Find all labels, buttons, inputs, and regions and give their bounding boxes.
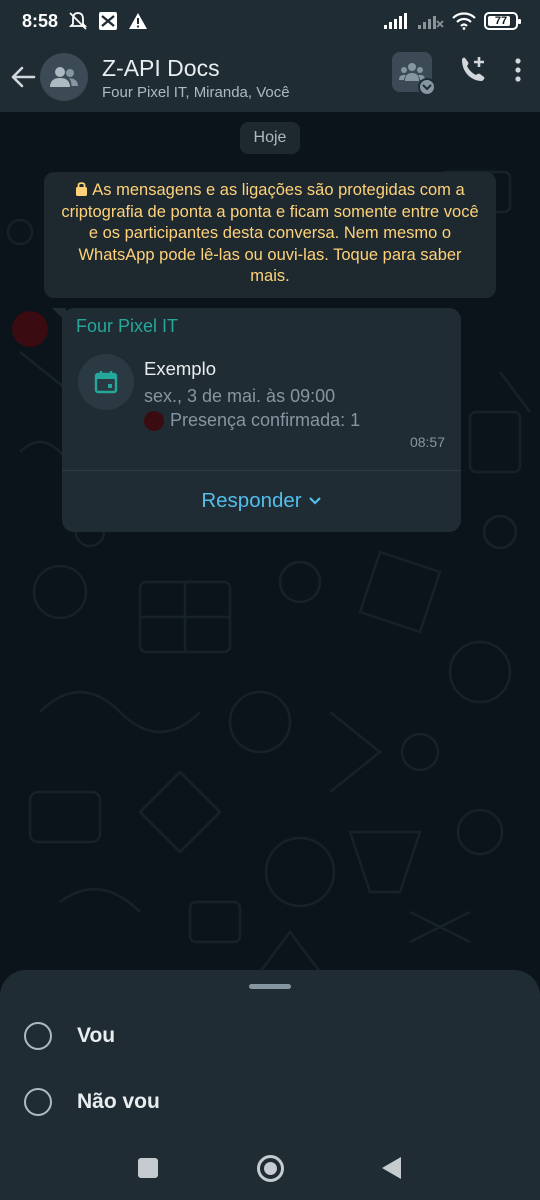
signal-secondary-icon	[418, 16, 444, 29]
more-options-button[interactable]	[514, 57, 522, 88]
battery-level: 77	[494, 15, 508, 27]
option-going[interactable]: Vou	[24, 1022, 115, 1050]
event-message-bubble[interactable]: Four Pixel IT Exemplo sex., 3 de mai. às…	[62, 308, 461, 532]
add-call-button[interactable]	[458, 55, 488, 90]
back-button[interactable]	[8, 57, 38, 97]
home-button[interactable]	[257, 1155, 284, 1182]
group-icon	[50, 67, 78, 87]
muted-bell-icon	[68, 12, 88, 30]
status-bar: 8:58 77	[0, 0, 540, 42]
wifi-icon	[452, 12, 476, 30]
date-chip: Hoje	[240, 122, 300, 154]
event-date: sex., 3 de mai. às 09:00	[144, 386, 336, 406]
chevron-down-icon	[308, 497, 321, 505]
chat-area[interactable]: Hoje As mensagens e as ligações são prot…	[0, 112, 540, 970]
option-label: Vou	[77, 1024, 116, 1047]
event-attendance: Presença confirmada: 1	[144, 410, 360, 431]
home-icon	[264, 1162, 277, 1175]
kebab-menu-icon	[515, 57, 521, 82]
chat-title: Z-API Docs	[102, 54, 220, 81]
arrow-left-icon	[11, 66, 36, 88]
battery-icon: 77	[484, 12, 521, 30]
system-nav-bar	[0, 1140, 540, 1200]
attendee-avatar	[144, 410, 164, 431]
chat-title-block[interactable]: Z-API Docs Four Pixel IT, Miranda, Você	[102, 54, 290, 101]
chat-participants: Four Pixel IT, Miranda, Você	[102, 83, 290, 101]
message-timestamp: 08:57	[409, 434, 445, 450]
option-not-going[interactable]: Não vou	[24, 1088, 160, 1116]
sender-name[interactable]: Four Pixel IT	[76, 316, 178, 337]
warning-icon	[129, 13, 148, 29]
app-notification-icon	[99, 12, 118, 30]
status-time: 8:58	[22, 10, 59, 31]
radio-button[interactable]	[24, 1022, 52, 1050]
group-avatar[interactable]	[40, 53, 88, 101]
event-title: Exemplo	[144, 358, 216, 379]
attendance-text: Presença confirmada: 1	[170, 410, 361, 430]
drag-handle[interactable]	[249, 984, 291, 989]
back-nav-button[interactable]	[382, 1157, 401, 1179]
encryption-notice[interactable]: As mensagens e as ligações são protegida…	[44, 172, 496, 298]
signal-icon	[384, 13, 407, 29]
phone-plus-icon	[462, 56, 485, 81]
reply-label: Responder	[201, 489, 302, 512]
radio-button[interactable]	[24, 1088, 52, 1116]
sender-avatar[interactable]	[12, 311, 48, 347]
option-label: Não vou	[77, 1090, 160, 1113]
chat-header: Z-API Docs Four Pixel IT, Miranda, Você	[0, 42, 540, 112]
encryption-notice-text: As mensagens e as ligações são protegida…	[61, 181, 479, 285]
lock-icon	[76, 182, 88, 196]
event-card[interactable]: Exemplo sex., 3 de mai. às 09:00 Presenç…	[74, 348, 449, 458]
recents-button[interactable]	[138, 1158, 158, 1178]
community-button[interactable]	[392, 52, 436, 96]
reply-button[interactable]: Responder	[62, 471, 461, 531]
calendar-icon	[78, 354, 134, 410]
chevron-down-icon	[418, 78, 436, 96]
